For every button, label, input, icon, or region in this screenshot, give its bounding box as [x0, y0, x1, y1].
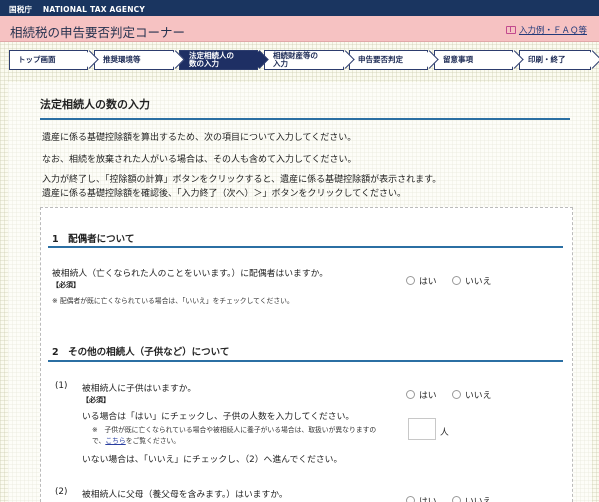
section1-heading: 1 配偶者について — [52, 234, 135, 245]
spouse-yes-radio[interactable]: はい — [406, 274, 437, 287]
radio-label: いいえ — [465, 497, 492, 502]
step-label: 留意事項 — [443, 54, 473, 64]
title-bar: 相続税の申告要否判定コーナー 入力例・ＦＡＱ等 — [0, 16, 599, 42]
heading-rule — [40, 118, 570, 120]
step-heirs-count[interactable]: 法定相続人の 数の入力 — [179, 50, 269, 70]
step-label: トップ画面 — [18, 54, 56, 64]
section2-rule — [48, 360, 563, 362]
radio-circle[interactable] — [406, 276, 415, 285]
faq-link[interactable]: 入力例・ＦＡＱ等 — [505, 24, 587, 36]
children-question: 被相続人に子供はいますか。 — [82, 384, 197, 394]
required-badge: 【必須】 — [52, 281, 80, 289]
faq-link-label[interactable]: 入力例・ＦＡＱ等 — [519, 24, 587, 36]
children-note-line1: ※ 子供が既に亡くなられている場合や被相続人に養子がいる場合は、取扱いが異なりま… — [92, 426, 377, 434]
intro-line-2: なお、相続を放棄された人がいる場合は、その人も含めて入力してください。 — [42, 155, 357, 165]
intro-line-4: 遺産に係る基礎控除額を確認後、「入力終了（次へ）＞」ボタンをクリックしてください… — [42, 189, 406, 199]
radio-circle[interactable] — [452, 496, 461, 502]
spouse-no-radio[interactable]: いいえ — [452, 274, 491, 287]
parents-no-radio[interactable]: いいえ — [452, 494, 491, 502]
step-judgement[interactable]: 申告要否判定 — [349, 50, 439, 70]
parents-question: 被相続人に父母（養父母を含みます。）はいますか。 — [82, 490, 288, 500]
agency-name-en: NATIONAL TAX AGENCY — [42, 5, 146, 14]
children-count-input[interactable] — [408, 418, 436, 440]
step-environment[interactable]: 推奨環境等 — [94, 50, 185, 70]
radio-circle[interactable] — [452, 276, 461, 285]
step-label: 申告要否判定 — [358, 54, 403, 64]
intro-line-1: 遺産に係る基礎控除額を算出するため、次の項目について入力してください。 — [42, 133, 357, 143]
spouse-note: ※ 配偶者が既に亡くなられている場合は、「いいえ」をチェックしてください。 — [52, 297, 294, 305]
section2-heading: 2 その他の相続人（子供など）について — [52, 347, 230, 358]
children-count-unit: 人 — [440, 428, 449, 438]
q2-number: (2) — [55, 487, 68, 497]
radio-label: いいえ — [465, 391, 492, 401]
spouse-question: 被相続人（亡くなられた人のことをいいます。）に配偶者はいますか。 — [52, 269, 329, 279]
section1-rule — [48, 246, 563, 248]
step-label: 相続財産等の 入力 — [273, 50, 318, 68]
children-yes-instruction: いる場合は「はい」にチェックし、子供の人数を入力してください。 — [82, 412, 355, 422]
step-label: 印刷・終了 — [528, 54, 566, 64]
children-note-line2: で、こちらをご覧ください。 — [92, 437, 181, 445]
q1-number: (1) — [55, 381, 68, 391]
radio-circle[interactable] — [406, 390, 415, 399]
radio-label: はい — [419, 497, 437, 502]
agency-bar: 国税庁 NATIONAL TAX AGENCY — [0, 0, 599, 16]
children-no-radio[interactable]: いいえ — [452, 388, 491, 401]
radio-circle[interactable] — [406, 496, 415, 502]
step-label: 法定相続人の 数の入力 — [189, 50, 234, 68]
book-icon — [505, 26, 516, 34]
page-title: 相続税の申告要否判定コーナー — [10, 25, 186, 40]
section-heading: 法定相続人の数の入力 — [40, 98, 150, 111]
radio-label: はい — [419, 391, 437, 401]
step-assets[interactable]: 相続財産等の 入力 — [264, 50, 355, 70]
step-notes[interactable]: 留意事項 — [434, 50, 524, 70]
required-badge: 【必須】 — [82, 396, 110, 404]
step-print[interactable]: 印刷・終了 — [519, 50, 599, 70]
children-yes-radio[interactable]: はい — [406, 388, 437, 401]
here-link[interactable]: こちら — [105, 437, 125, 445]
radio-label: はい — [419, 277, 437, 287]
step-top[interactable]: トップ画面 — [9, 50, 99, 70]
children-no-instruction: いない場合は、「いいえ」にチェックし、（2）へ進んでください。 — [82, 455, 343, 465]
step-navigation: トップ画面 推奨環境等 法定相続人の 数の入力 相続財産等の 入力 申告要否判定… — [9, 50, 599, 70]
radio-label: いいえ — [465, 277, 492, 287]
agency-name-jp: 国税庁 — [9, 5, 33, 14]
radio-circle[interactable] — [452, 390, 461, 399]
parents-yes-radio[interactable]: はい — [406, 494, 437, 502]
step-label: 推奨環境等 — [103, 54, 141, 64]
intro-line-3: 入力が終了し、「控除額の計算」ボタンをクリックすると、遺産に係る基礎控除額が表示… — [42, 175, 442, 185]
